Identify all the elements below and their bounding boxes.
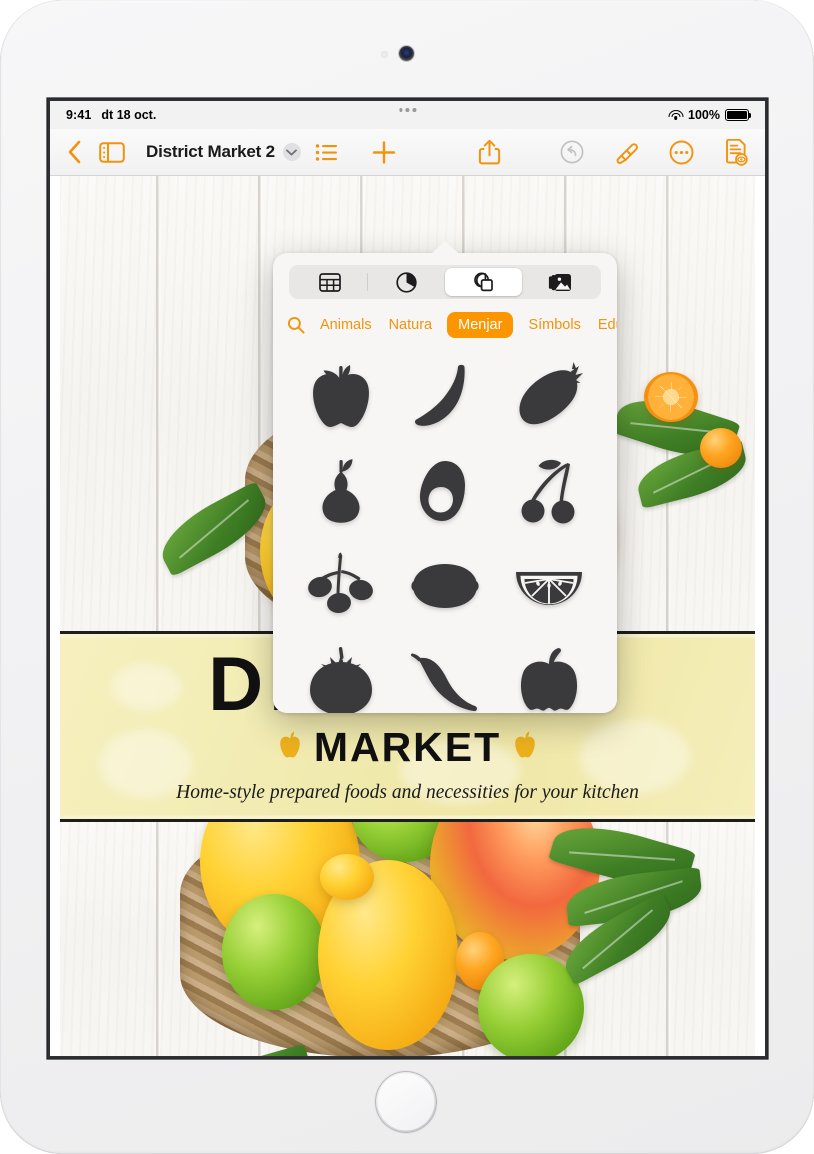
- front-camera: [399, 46, 414, 61]
- banner-tagline: Home-style prepared foods and necessitie…: [176, 781, 639, 803]
- category-tab-educacio[interactable]: Educ: [596, 313, 617, 337]
- shape-avocado[interactable]: [393, 446, 497, 535]
- chevron-down-icon[interactable]: [282, 143, 301, 161]
- category-tab-simbols[interactable]: Símbols: [526, 313, 582, 337]
- plus-insert-icon[interactable]: [371, 140, 396, 165]
- insert-popover[interactable]: Animals Natura Menjar Símbols Educ: [273, 241, 617, 713]
- status-bar-left: 9:41 dt 18 oct.: [66, 108, 156, 122]
- shape-strawberry[interactable]: [497, 351, 601, 440]
- document-view-icon[interactable]: [99, 141, 125, 163]
- toolbar-right-group: [560, 138, 748, 166]
- status-bar-right: 100%: [668, 108, 752, 122]
- lime-fruit: [222, 894, 326, 1010]
- status-date: dt 18 oct.: [101, 108, 157, 122]
- page-title: District Market 2: [146, 142, 275, 161]
- more-ellipsis-icon[interactable]: [669, 140, 694, 165]
- category-tab-natura[interactable]: Natura: [387, 313, 435, 337]
- banner-subtitle-row: MARKET: [279, 724, 536, 771]
- kumquat-slice: [644, 372, 698, 422]
- category-tab-menjar[interactable]: Menjar: [447, 312, 514, 338]
- segment-shapes-icon[interactable]: [445, 268, 522, 296]
- segment-table-icon[interactable]: [292, 268, 369, 296]
- apple-ornament-icon: [279, 731, 301, 764]
- apple-ornament-icon: [514, 731, 536, 764]
- shape-bell-pepper[interactable]: [497, 636, 601, 713]
- banner-subtitle: MARKET: [313, 723, 502, 770]
- document-preview-icon[interactable]: [724, 138, 748, 166]
- document-page[interactable]: DISTRICT MARKET: [60, 176, 755, 1056]
- multitasking-dots-icon[interactable]: [398, 108, 417, 112]
- kumquat-fruit: [700, 428, 742, 468]
- battery-percent: 100%: [688, 108, 720, 122]
- document-title-group[interactable]: District Market 2: [146, 142, 301, 162]
- undo-icon[interactable]: [560, 140, 584, 164]
- back-chevron-icon[interactable]: [67, 140, 82, 164]
- shape-lemon[interactable]: [393, 541, 497, 630]
- segment-chart-icon[interactable]: [369, 268, 446, 296]
- home-button[interactable]: [375, 1071, 437, 1133]
- toolbar-left-group: District Market 2: [67, 140, 301, 164]
- insert-segmented-control[interactable]: [289, 265, 601, 299]
- shape-banana[interactable]: [393, 351, 497, 440]
- battery-icon: [725, 109, 752, 121]
- paintbrush-format-icon[interactable]: [614, 140, 639, 165]
- shape-apple[interactable]: [289, 351, 393, 440]
- status-bar: 9:41 dt 18 oct. 100%: [50, 101, 765, 129]
- shape-category-tabs[interactable]: Animals Natura Menjar Símbols Educ: [273, 299, 617, 349]
- format-list-icon[interactable]: [315, 143, 337, 161]
- category-tab-animals[interactable]: Animals: [318, 313, 374, 337]
- popover-inner: Animals Natura Menjar Símbols Educ: [273, 253, 617, 713]
- shape-chili-pepper[interactable]: [393, 636, 497, 713]
- ipad-device: 9:41 dt 18 oct. 100% District Market 2 M…: [0, 0, 814, 1154]
- citrus-basket-photo-bottom: [60, 822, 755, 1056]
- shape-tomato[interactable]: [289, 636, 393, 713]
- segment-media-icon[interactable]: [522, 268, 599, 296]
- ambient-light-sensor: [381, 51, 388, 58]
- shape-cherries[interactable]: [497, 446, 601, 535]
- shape-grid[interactable]: [273, 349, 617, 713]
- shape-citrus-slice[interactable]: [497, 541, 601, 630]
- lemon-stem-fruit: [320, 854, 374, 900]
- wifi-icon: [668, 109, 684, 121]
- ipad-screen: 9:41 dt 18 oct. 100% District Market 2 M…: [50, 101, 765, 1056]
- shape-pear[interactable]: [289, 446, 393, 535]
- share-icon[interactable]: [478, 139, 500, 165]
- app-toolbar: District Market 2: [50, 129, 765, 176]
- status-time: 9:41: [66, 108, 92, 122]
- search-icon[interactable]: [287, 316, 305, 334]
- toolbar-center-group: [315, 139, 500, 165]
- shape-olives[interactable]: [289, 541, 393, 630]
- document-canvas[interactable]: DISTRICT MARKET: [50, 176, 765, 1056]
